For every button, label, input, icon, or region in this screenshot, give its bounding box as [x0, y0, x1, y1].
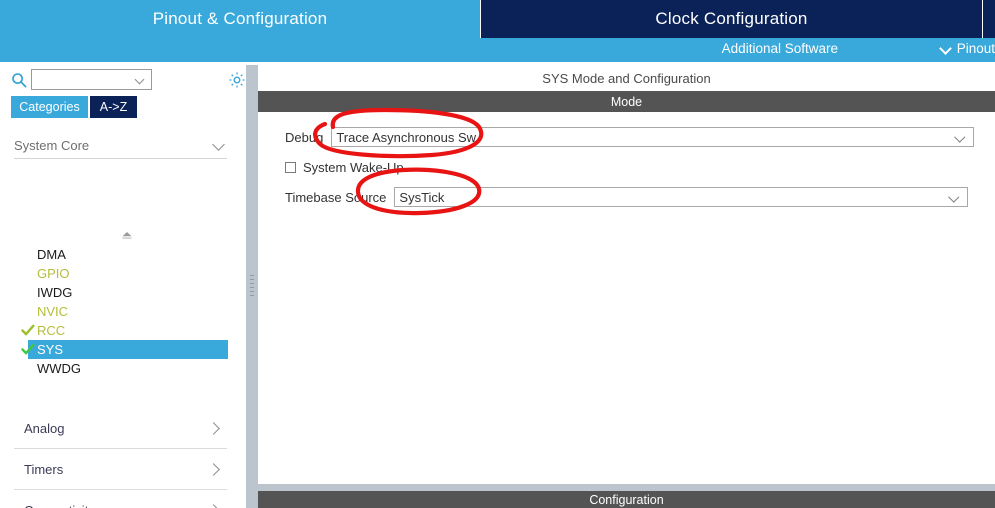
category-item-label: Timers	[24, 461, 64, 477]
panel-splitter-horizontal[interactable]	[258, 483, 995, 499]
category-item-label: Analog	[24, 420, 65, 436]
category-item-analog[interactable]: Analog	[14, 408, 227, 449]
splitter-grip	[250, 275, 254, 301]
mode-form: Debug Trace Asynchronous Sw System Wake-…	[258, 112, 995, 483]
additional-software-button[interactable]: Additional Software	[722, 41, 838, 56]
chevron-right-icon	[207, 503, 221, 508]
peripheral-item-iwdg[interactable]: IWDG	[28, 283, 228, 302]
peripheral-item-gpio[interactable]: GPIO	[28, 264, 228, 283]
configuration-section-header-label: Configuration	[589, 492, 664, 507]
field-row-timebase-source: Timebase Source SysTick	[285, 186, 969, 208]
check-icon	[21, 343, 35, 356]
tab-a-to-z-label: A->Z	[99, 100, 128, 114]
component-sidebar: Categories A->Z System Core DMA GPIO IWDG N…	[0, 65, 245, 508]
peripheral-item-rcc[interactable]: RCC	[21, 321, 228, 340]
configuration-panel: SYS Mode and Configuration Mode Debug Tr…	[258, 65, 995, 508]
chevron-down-icon	[956, 133, 966, 143]
timebase-source-select-value: SysTick	[399, 189, 445, 205]
search-input[interactable]	[31, 69, 152, 90]
tab-pinout-configuration[interactable]: Pinout & Configuration	[0, 0, 481, 38]
debug-label: Debug	[285, 129, 324, 145]
tab-clock-configuration-label: Clock Configuration	[655, 9, 808, 28]
peripheral-item-label: DMA	[37, 247, 66, 262]
sidebar-view-tabs: Categories A->Z	[11, 96, 137, 118]
secondary-toolbar: Additional Software Pinout	[0, 38, 995, 62]
chevron-down-icon	[941, 43, 952, 54]
category-item-connectivity[interactable]: Connectivity	[14, 490, 227, 508]
chevron-right-icon	[207, 421, 221, 435]
debug-select-value: Trace Asynchronous Sw	[336, 129, 477, 145]
tab-categories[interactable]: Categories	[11, 96, 88, 118]
scroll-up-arrow-icon[interactable]	[120, 229, 134, 239]
check-icon	[21, 324, 35, 337]
peripheral-item-sys[interactable]: SYS	[21, 340, 228, 359]
pinout-dropdown[interactable]: Pinout	[941, 41, 995, 56]
tab-overflow[interactable]	[983, 0, 995, 38]
page-title-label: SYS Mode and Configuration	[542, 70, 711, 86]
peripheral-item-label: GPIO	[37, 266, 70, 281]
chevron-down-icon	[213, 139, 225, 151]
peripheral-item-dma[interactable]: DMA	[28, 245, 228, 264]
group-header-system-core[interactable]: System Core	[14, 132, 227, 159]
pinout-dropdown-label: Pinout	[956, 41, 995, 56]
peripheral-item-wwdg[interactable]: WWDG	[28, 359, 228, 378]
gear-icon[interactable]	[228, 71, 245, 89]
peripheral-item-label: NVIC	[37, 304, 69, 319]
mode-section-header: Mode	[258, 91, 995, 112]
chevron-right-icon	[207, 462, 221, 476]
mode-section-header-label: Mode	[610, 94, 643, 109]
peripheral-item-label: SYS	[37, 342, 64, 357]
field-row-debug: Debug Trace Asynchronous Sw	[285, 126, 975, 148]
system-wakeup-label: System Wake-Up	[303, 159, 404, 175]
timebase-source-select[interactable]: SysTick	[394, 187, 969, 207]
chevron-down-icon	[136, 76, 145, 85]
group-header-system-core-label: System Core	[14, 137, 90, 153]
debug-select[interactable]: Trace Asynchronous Sw	[331, 127, 975, 147]
field-row-system-wakeup: System Wake-Up	[285, 156, 404, 178]
system-wakeup-checkbox[interactable]	[285, 161, 296, 173]
tab-pinout-configuration-label: Pinout & Configuration	[152, 9, 328, 28]
page-title: SYS Mode and Configuration	[258, 65, 995, 91]
tab-a-to-z[interactable]: A->Z	[90, 96, 137, 118]
tab-clock-configuration[interactable]: Clock Configuration	[481, 0, 983, 38]
tab-categories-label: Categories	[19, 100, 80, 114]
timebase-source-label: Timebase Source	[285, 189, 387, 205]
search-icon[interactable]	[11, 72, 27, 88]
main-tab-strip: Pinout & Configuration Clock Configurati…	[0, 0, 995, 38]
peripheral-item-label: IWDG	[37, 285, 73, 300]
category-item-label: Connectivity	[14, 503, 207, 508]
configuration-section-header: Configuration	[258, 491, 995, 508]
splitter-grip-horizontal	[262, 487, 284, 499]
category-item-timers[interactable]: Timers	[14, 449, 227, 490]
peripheral-item-label: RCC	[37, 323, 66, 338]
peripheral-list: DMA GPIO IWDG NVIC RCC SYS WWDG	[21, 245, 228, 378]
category-list: AnalogTimersConnectivityMultimedia	[14, 408, 227, 508]
peripheral-item-label: WWDG	[37, 361, 82, 376]
peripheral-item-nvic[interactable]: NVIC	[28, 302, 228, 321]
chevron-down-icon	[950, 193, 960, 203]
sidebar-search-row	[0, 65, 245, 95]
panel-splitter-vertical[interactable]	[245, 65, 258, 508]
